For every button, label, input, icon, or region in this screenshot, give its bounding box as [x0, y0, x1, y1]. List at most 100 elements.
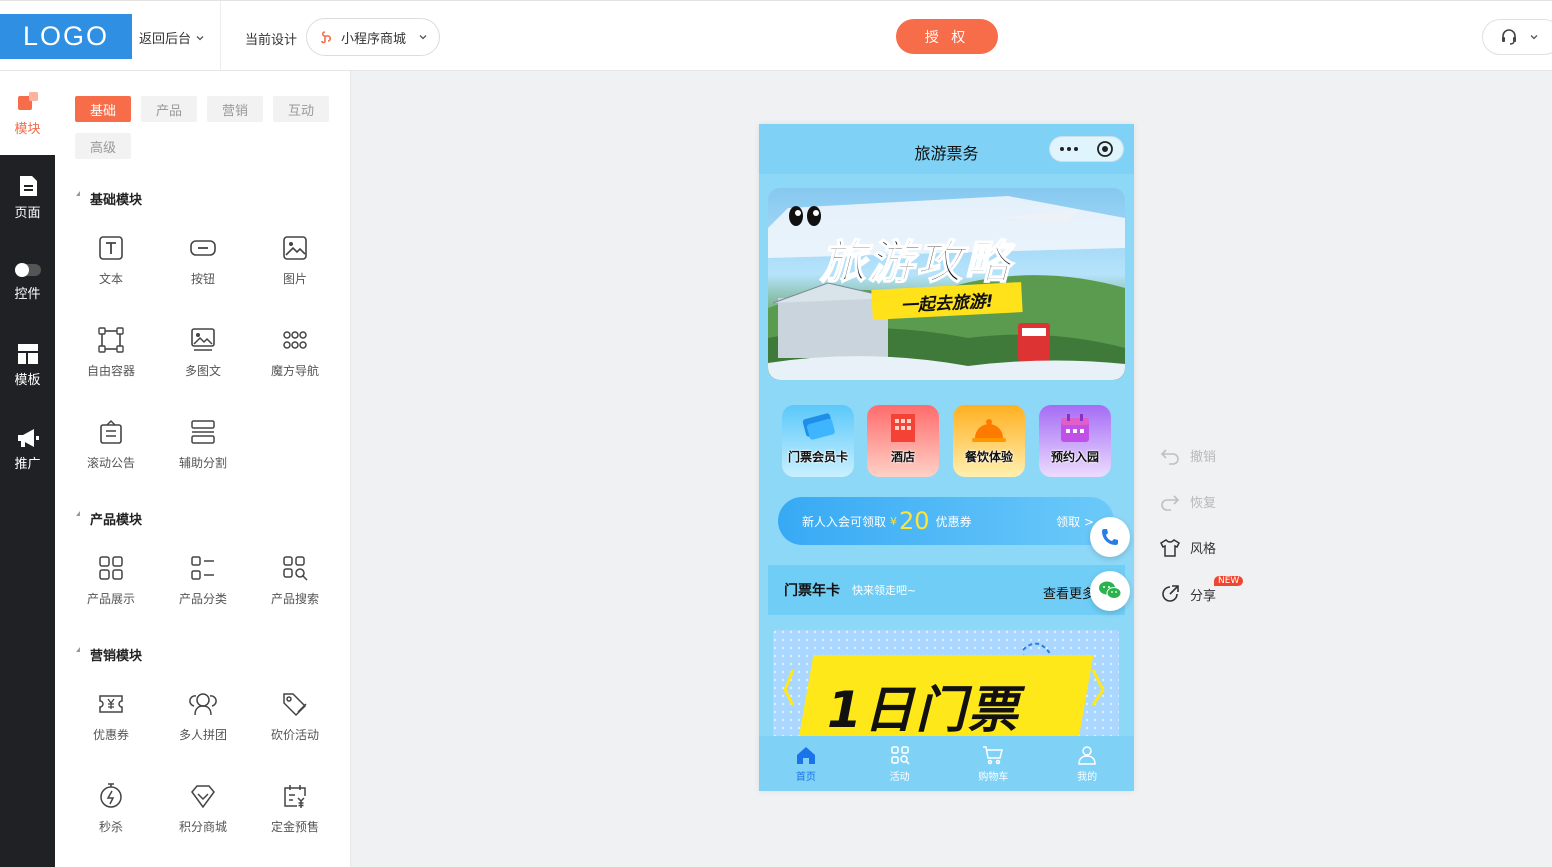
- module-group-buy[interactable]: 多人拼团: [157, 690, 249, 750]
- module-cube-nav[interactable]: 魔方导航: [249, 326, 341, 386]
- chevron-down-icon: [419, 35, 427, 40]
- icon-ticket-card[interactable]: 门票会员卡: [782, 405, 854, 477]
- authorize-button[interactable]: 授 权: [896, 19, 998, 54]
- template-icon: [17, 343, 38, 364]
- nav-label: 页面: [14, 205, 41, 221]
- nav-item-page[interactable]: 页面: [0, 155, 55, 239]
- nav-item-module[interactable]: 模块: [0, 71, 55, 155]
- module-points-mall[interactable]: 积分商城: [157, 782, 249, 842]
- design-select[interactable]: 小程序商城: [306, 18, 440, 56]
- banner-title: 旅游攻略: [819, 234, 1012, 290]
- module-bargain[interactable]: 砍价活动: [249, 690, 341, 750]
- phone-call-fab[interactable]: [1090, 517, 1130, 557]
- nav-item-template[interactable]: 模板: [0, 323, 55, 407]
- more-dots-icon[interactable]: [1059, 146, 1079, 152]
- group-icon: [189, 693, 217, 716]
- icon-dining[interactable]: 餐饮体验: [953, 405, 1025, 477]
- text-icon: [99, 236, 123, 260]
- close-target-icon[interactable]: [1096, 140, 1114, 158]
- ticket-title: 1日门票: [827, 681, 1020, 739]
- nav-item-promote[interactable]: 推广: [0, 407, 55, 491]
- module-product-search[interactable]: 产品搜索: [249, 554, 341, 614]
- module-icon: [17, 91, 38, 110]
- nav-item-control[interactable]: 控件: [0, 239, 55, 323]
- module-label: 辅助分割: [178, 456, 227, 470]
- left-nav: 模块 页面 控件 模板 推广: [0, 71, 55, 867]
- tab-cart[interactable]: 购物车: [947, 736, 1041, 791]
- search-grid-icon: [283, 556, 308, 581]
- redo-label: 恢复: [1190, 496, 1217, 511]
- module-image[interactable]: 图片: [249, 234, 341, 294]
- wechat-icon: [1099, 581, 1122, 599]
- module-divider[interactable]: 辅助分割: [157, 418, 249, 478]
- coupon-claim-button[interactable]: 领取 >: [1056, 513, 1094, 530]
- icon-reservation[interactable]: 预约入园: [1039, 405, 1111, 477]
- module-free-container[interactable]: 自由容器: [65, 326, 157, 386]
- module-text[interactable]: 文本: [65, 234, 157, 294]
- module-label: 文本: [98, 272, 123, 286]
- module-scroll-notice[interactable]: 滚动公告: [65, 418, 157, 478]
- module-label: 优惠券: [92, 728, 129, 742]
- tab-product[interactable]: 产品: [141, 96, 197, 122]
- miniprogram-capsule[interactable]: [1049, 136, 1124, 162]
- view-more-link[interactable]: 查看更多: [1043, 583, 1095, 602]
- tab-marketing[interactable]: 营销: [207, 96, 263, 122]
- nav-label: 模板: [14, 372, 41, 388]
- card-bar-subtitle: 快来领走吧~: [852, 584, 917, 597]
- module-deposit-presale[interactable]: 定金预售: [249, 782, 341, 842]
- module-label: 定金预售: [270, 820, 319, 834]
- tshirt-icon: [1160, 538, 1180, 557]
- module-multi-image-text[interactable]: 多图文: [157, 326, 249, 386]
- tab-mine[interactable]: 我的: [1040, 736, 1134, 791]
- coupon-amount: 20: [899, 507, 930, 535]
- calendar-yen-icon: [284, 785, 306, 808]
- card-bar-title: 门票年卡: [784, 583, 840, 599]
- megaphone-icon: [17, 428, 39, 447]
- tab-activity[interactable]: 活动: [853, 736, 947, 791]
- module-label: 滚动公告: [86, 456, 135, 470]
- wechat-fab[interactable]: [1090, 571, 1130, 611]
- section-title-marketing: 营销模块: [75, 645, 142, 664]
- tab-basic[interactable]: 基础: [75, 96, 131, 122]
- module-product-category[interactable]: 产品分类: [157, 554, 249, 614]
- tab-label: 我的: [1077, 772, 1098, 783]
- day-ticket-banner[interactable]: 1日门票: [773, 630, 1119, 740]
- phone-icon: [1102, 529, 1118, 545]
- undo-icon: [1160, 448, 1179, 465]
- back-to-admin-button[interactable]: 返回后台: [139, 28, 205, 47]
- hotel-icon: [891, 414, 915, 442]
- module-button[interactable]: 按钮: [157, 234, 249, 294]
- icon-hotel[interactable]: 酒店: [867, 405, 939, 477]
- module-product-display[interactable]: 产品展示: [65, 554, 157, 614]
- diamond-icon: [191, 785, 215, 809]
- module-label: 秒杀: [98, 820, 123, 834]
- customer-service-button[interactable]: [1482, 19, 1552, 55]
- module-label: 魔方导航: [270, 364, 319, 378]
- icon-label: 门票会员卡: [787, 450, 848, 464]
- tab-interaction[interactable]: 互动: [273, 96, 329, 122]
- page-icon: [19, 175, 37, 196]
- redo-button[interactable]: 恢复: [1160, 492, 1216, 511]
- user-icon: [1078, 746, 1096, 765]
- section-title-basic: 基础模块: [75, 189, 142, 208]
- toggle-icon: [14, 262, 41, 277]
- style-button[interactable]: 风格: [1160, 538, 1216, 557]
- module-label: 按钮: [190, 272, 215, 286]
- module-coupon[interactable]: 优惠券: [65, 690, 157, 750]
- grid-icon: [99, 556, 123, 580]
- price-tag-icon: [283, 693, 307, 717]
- list-icon: [191, 556, 214, 580]
- coupon-icon: [99, 695, 123, 713]
- tab-home[interactable]: 首页: [759, 736, 853, 791]
- share-button[interactable]: 分享 NEW: [1160, 576, 1244, 604]
- tab-label: 首页: [795, 772, 816, 783]
- tab-label: 活动: [889, 772, 910, 783]
- tab-advanced[interactable]: 高级: [75, 133, 131, 159]
- undo-button[interactable]: 撤销: [1160, 446, 1216, 465]
- container-icon: [98, 327, 124, 353]
- module-flash-sale[interactable]: 秒杀: [65, 782, 157, 842]
- new-member-coupon[interactable]: 新人入会可领取 ¥ 20 优惠券 领取 >: [778, 497, 1114, 545]
- banner-image[interactable]: 旅游攻略 一起去旅游!: [768, 188, 1125, 380]
- tab-label: 购物车: [978, 772, 1009, 783]
- module-label: 砍价活动: [270, 728, 319, 742]
